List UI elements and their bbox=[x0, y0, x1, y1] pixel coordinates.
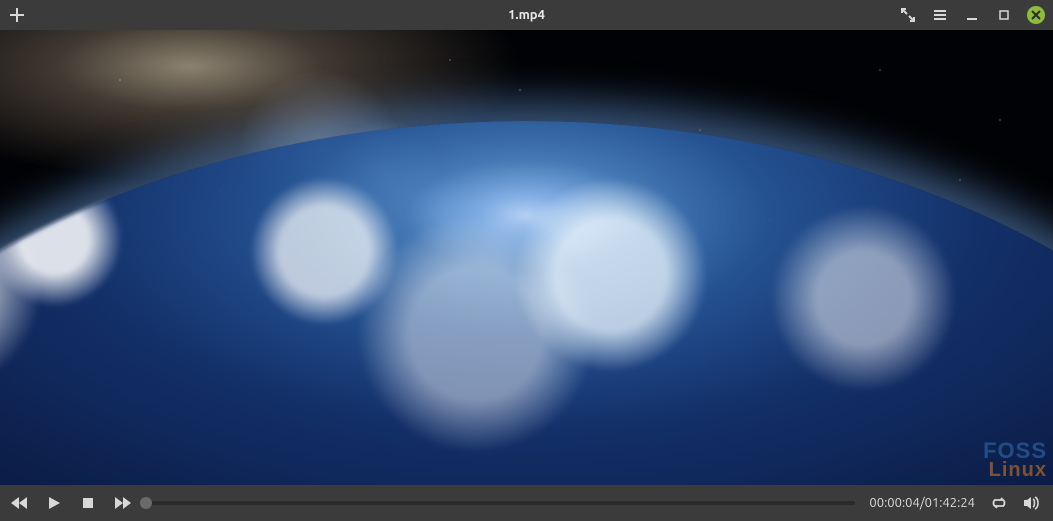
app-menu-button[interactable] bbox=[931, 6, 949, 24]
rewind-button[interactable] bbox=[10, 493, 30, 513]
player-controls: 00:00:04/01:42:24 bbox=[0, 485, 1053, 521]
add-media-button[interactable] bbox=[8, 6, 26, 24]
fullscreen-icon bbox=[901, 8, 915, 22]
volume-button[interactable] bbox=[1023, 493, 1043, 513]
time-duration: 01:42:24 bbox=[925, 496, 975, 510]
close-icon bbox=[1031, 10, 1041, 20]
watermark: FOSS Linux bbox=[983, 441, 1047, 479]
fast-forward-button[interactable] bbox=[112, 493, 132, 513]
minimize-icon bbox=[966, 9, 978, 21]
minimize-window-button[interactable] bbox=[963, 6, 981, 24]
seek-knob[interactable] bbox=[140, 497, 152, 509]
repeat-button[interactable] bbox=[989, 493, 1009, 513]
toggle-fullscreen-button[interactable] bbox=[899, 6, 917, 24]
seek-slider[interactable] bbox=[146, 501, 855, 505]
repeat-icon bbox=[991, 496, 1007, 510]
play-button[interactable] bbox=[44, 493, 64, 513]
watermark-line2: Linux bbox=[983, 461, 1047, 479]
video-viewport[interactable] bbox=[0, 30, 1053, 485]
maximize-icon bbox=[999, 10, 1009, 20]
close-window-button[interactable] bbox=[1027, 6, 1045, 24]
titlebar: 1.mp4 bbox=[0, 0, 1053, 30]
stop-button[interactable] bbox=[78, 493, 98, 513]
forward-icon bbox=[113, 496, 131, 510]
window-title: 1.mp4 bbox=[0, 8, 1053, 22]
maximize-window-button[interactable] bbox=[995, 6, 1013, 24]
rewind-icon bbox=[11, 496, 29, 510]
time-display: 00:00:04/01:42:24 bbox=[869, 496, 975, 510]
play-icon bbox=[47, 496, 61, 510]
stop-icon bbox=[82, 497, 94, 509]
time-position: 00:00:04 bbox=[869, 496, 919, 510]
volume-icon bbox=[1024, 496, 1042, 510]
add-icon bbox=[10, 8, 24, 22]
menu-icon bbox=[933, 8, 947, 22]
